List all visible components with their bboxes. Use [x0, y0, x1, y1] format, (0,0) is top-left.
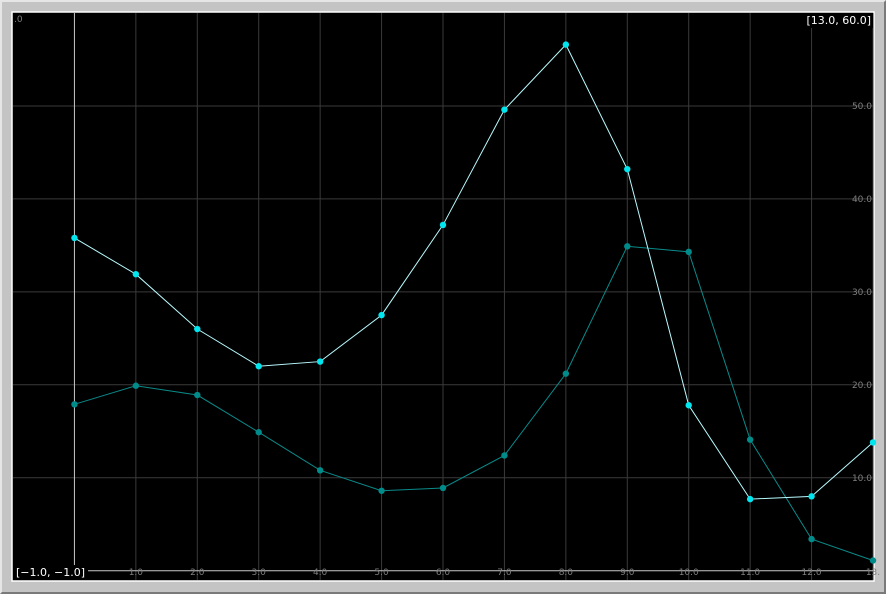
bottom-left-corner-label: [−1.0, −1.0]	[16, 566, 85, 579]
x-tick-label: 3.0	[252, 568, 267, 578]
series-2-point	[685, 248, 692, 256]
series-1-point	[71, 234, 78, 242]
x-tick-label: 8.0	[559, 568, 574, 578]
series-1-point	[132, 270, 140, 278]
y-tick-label: 20.0	[852, 381, 872, 391]
x-tick-label: 6.0	[436, 568, 451, 578]
y-tick-label: 10.0	[852, 474, 872, 484]
series-1-point	[194, 325, 201, 333]
series-1-point	[685, 402, 692, 409]
series-1-point	[255, 363, 262, 370]
x-tick-label: 13.	[866, 568, 880, 578]
series-2-point	[378, 487, 385, 494]
x-tick-label: 12.0	[802, 568, 822, 578]
x-tick-label: 2.0	[190, 568, 205, 578]
series-2-point	[746, 436, 754, 443]
x-tick-label: 4.0	[313, 568, 328, 578]
x-tick-label: 7.0	[497, 568, 512, 578]
series-1-point	[562, 41, 570, 48]
x-tick-label: 1.0	[129, 568, 144, 578]
series-1-point	[439, 221, 447, 229]
line-chart: 1.0 2.0 3.0 4.0 5.0 6.0 7.0 8.0 9.0 10.0 11.0 12.0 1…	[11, 11, 880, 582]
series-2-point	[132, 382, 140, 389]
series-2-point	[624, 243, 631, 250]
series-2-point	[439, 484, 447, 492]
series-1-point	[624, 165, 631, 173]
series-1-point	[808, 493, 815, 500]
y-tick-label: 40.0	[852, 195, 872, 205]
x-tick-label: 5.0	[374, 568, 389, 578]
series-2-point	[255, 429, 262, 436]
series-1-point	[746, 495, 754, 503]
x-tick-label: 11.0	[740, 568, 760, 578]
series-2-point	[808, 535, 815, 543]
x-tick-label: 10.0	[679, 568, 699, 578]
series-1-point	[378, 311, 385, 319]
series-1-point	[501, 106, 508, 113]
series-2-point	[71, 401, 78, 408]
series-2-point	[316, 467, 324, 474]
top-left-corner-label: .0	[14, 15, 23, 25]
series-1-point	[316, 358, 324, 365]
series-2-point	[501, 452, 508, 459]
top-right-corner-label: [13.0, 60.0]	[806, 14, 871, 27]
y-tick-label: 30.0	[852, 288, 872, 298]
series-2-point	[194, 391, 201, 399]
series-1-point	[869, 439, 877, 446]
series-2-point	[869, 557, 877, 564]
series-2-point	[562, 370, 570, 377]
x-tick-label: 9.0	[620, 568, 635, 578]
y-tick-label: 50.0	[852, 102, 872, 112]
